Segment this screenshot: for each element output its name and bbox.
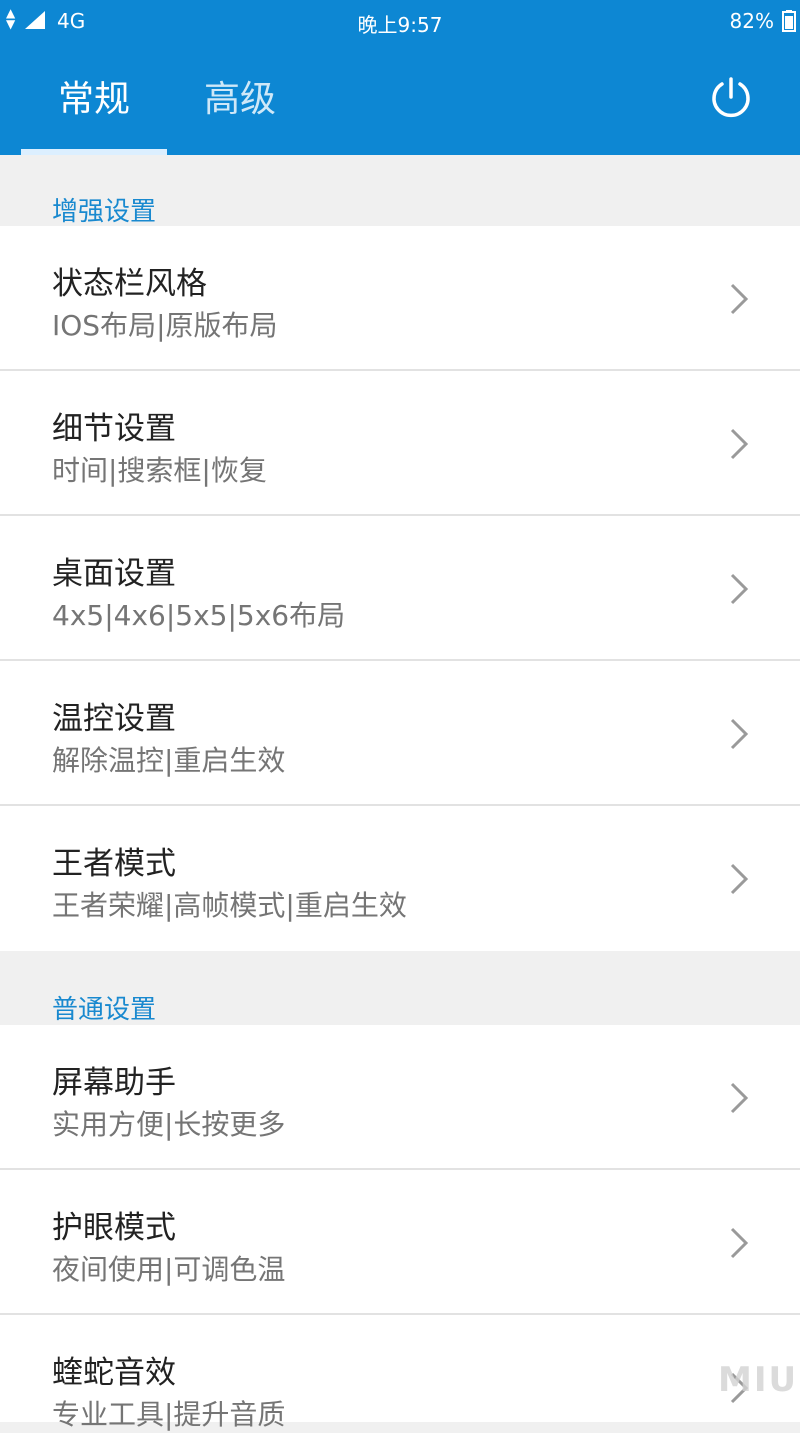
settings-item-screen-assistant[interactable]: 屏幕助手 实用方便|长按更多 — [0, 1025, 800, 1170]
battery-percent: 82% — [729, 9, 774, 33]
settings-item-detail[interactable]: 细节设置 时间|搜索框|恢复 — [0, 371, 800, 516]
settings-item-king-mode[interactable]: 王者模式 王者荣耀|高帧模式|重启生效 — [0, 806, 800, 951]
battery-icon — [782, 10, 796, 32]
item-subtitle: 专业工具|提升音质 — [52, 1398, 286, 1431]
tab-advanced[interactable]: 高级 — [170, 62, 310, 155]
section-header-enhanced: 增强设置 — [0, 155, 800, 227]
clock: 晚上9:57 — [357, 13, 443, 37]
chevron-right-icon — [730, 283, 749, 315]
settings-item-desktop[interactable]: 桌面设置 4x5|4x6|5x5|5x6布局 — [0, 516, 800, 661]
settings-item-thermal[interactable]: 温控设置 解除温控|重启生效 — [0, 661, 800, 806]
item-subtitle: 时间|搜索框|恢复 — [52, 454, 267, 487]
chevron-right-icon — [730, 718, 749, 750]
section-header-general: 普通设置 — [0, 951, 800, 1025]
settings-item-eye-care[interactable]: 护眼模式 夜间使用|可调色温 — [0, 1170, 800, 1315]
miui-watermark: MIUI — [718, 1360, 800, 1400]
item-title: 细节设置 — [52, 411, 176, 447]
item-title: 屏幕助手 — [52, 1065, 176, 1101]
section-title: 普通设置 — [52, 995, 157, 1025]
item-title: 状态栏风格 — [52, 266, 207, 302]
item-title: 桌面设置 — [52, 556, 176, 592]
chevron-right-icon — [730, 428, 749, 460]
section-title: 增强设置 — [52, 197, 157, 227]
chevron-right-icon — [730, 1227, 749, 1259]
item-title: 温控设置 — [52, 701, 176, 737]
settings-item-viper-audio[interactable]: 蝰蛇音效 专业工具|提升音质 — [0, 1315, 800, 1431]
power-icon[interactable] — [706, 73, 756, 123]
settings-item-statusbar-style[interactable]: 状态栏风格 IOS布局|原版布局 — [0, 226, 800, 371]
item-subtitle: 王者荣耀|高帧模式|重启生效 — [52, 889, 407, 922]
item-title: 蝰蛇音效 — [52, 1355, 176, 1391]
chevron-right-icon — [730, 863, 749, 895]
app-header: ▲ ▼ 4G 晚上9:57 82% 常规 高级 — [0, 0, 800, 155]
chevron-right-icon — [730, 573, 749, 605]
tab-normal[interactable]: 常规 — [21, 62, 167, 155]
item-subtitle: 夜间使用|可调色温 — [52, 1253, 286, 1286]
item-subtitle: 4x5|4x6|5x5|5x6布局 — [52, 599, 346, 632]
chevron-right-icon — [730, 1082, 749, 1114]
item-subtitle: 解除温控|重启生效 — [52, 744, 286, 777]
item-subtitle: 实用方便|长按更多 — [52, 1108, 286, 1141]
item-subtitle: IOS布局|原版布局 — [52, 309, 278, 342]
item-title: 王者模式 — [52, 846, 176, 882]
status-bar: ▲ ▼ 4G 晚上9:57 82% — [0, 0, 800, 42]
item-title: 护眼模式 — [52, 1210, 176, 1246]
